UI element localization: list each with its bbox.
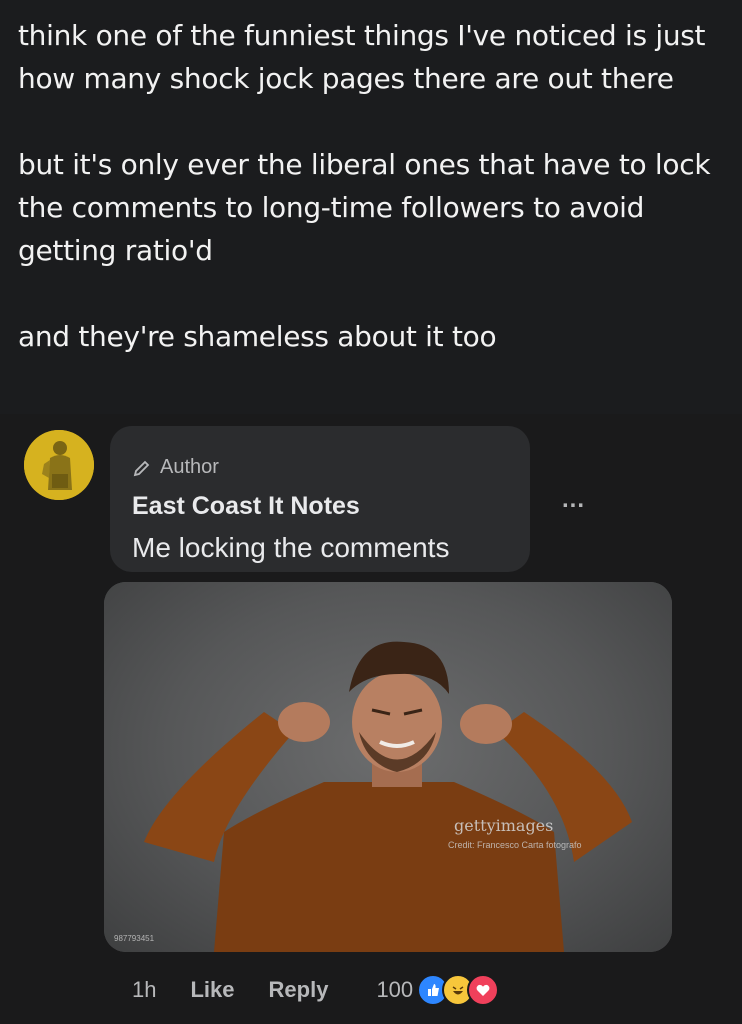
author-badge-label: Author: [160, 456, 219, 478]
reaction-count[interactable]: 100: [376, 977, 413, 1003]
reply-button[interactable]: Reply: [269, 977, 329, 1003]
author-badge: Author: [132, 456, 219, 479]
photo-id: 987793451: [114, 934, 155, 943]
comment-timestamp[interactable]: 1h: [132, 977, 156, 1003]
comment-photo[interactable]: gettyimages Credit: Francesco Carta foto…: [104, 582, 672, 952]
post-paragraph: and they're shameless about it too: [18, 320, 497, 353]
comment-bubble: Author East Coast It Notes Me locking th…: [110, 426, 530, 572]
avatar[interactable]: [24, 430, 94, 500]
post-text: think one of the funniest things I've no…: [18, 14, 728, 358]
pencil-icon: [133, 460, 150, 476]
post-paragraph: but it's only ever the liberal ones that…: [18, 148, 711, 267]
photo-credit: Credit: Francesco Carta fotografo: [448, 840, 582, 850]
man-covering-ears-illustration: [144, 641, 632, 952]
photo-watermark: gettyimages: [454, 816, 554, 835]
comment-text: Me locking the comments: [132, 532, 450, 563]
more-options-icon[interactable]: ...: [562, 486, 585, 514]
statue-avatar-icon: [24, 430, 94, 500]
like-button[interactable]: Like: [190, 977, 234, 1003]
comment-action-row: 1h Like Reply 100: [132, 974, 500, 1006]
page-name[interactable]: East Coast It Notes: [132, 492, 360, 521]
embedded-comment-screenshot: Author East Coast It Notes Me locking th…: [0, 414, 742, 1024]
post-paragraph: think one of the funniest things I've no…: [18, 19, 706, 95]
love-icon: [467, 974, 500, 1006]
